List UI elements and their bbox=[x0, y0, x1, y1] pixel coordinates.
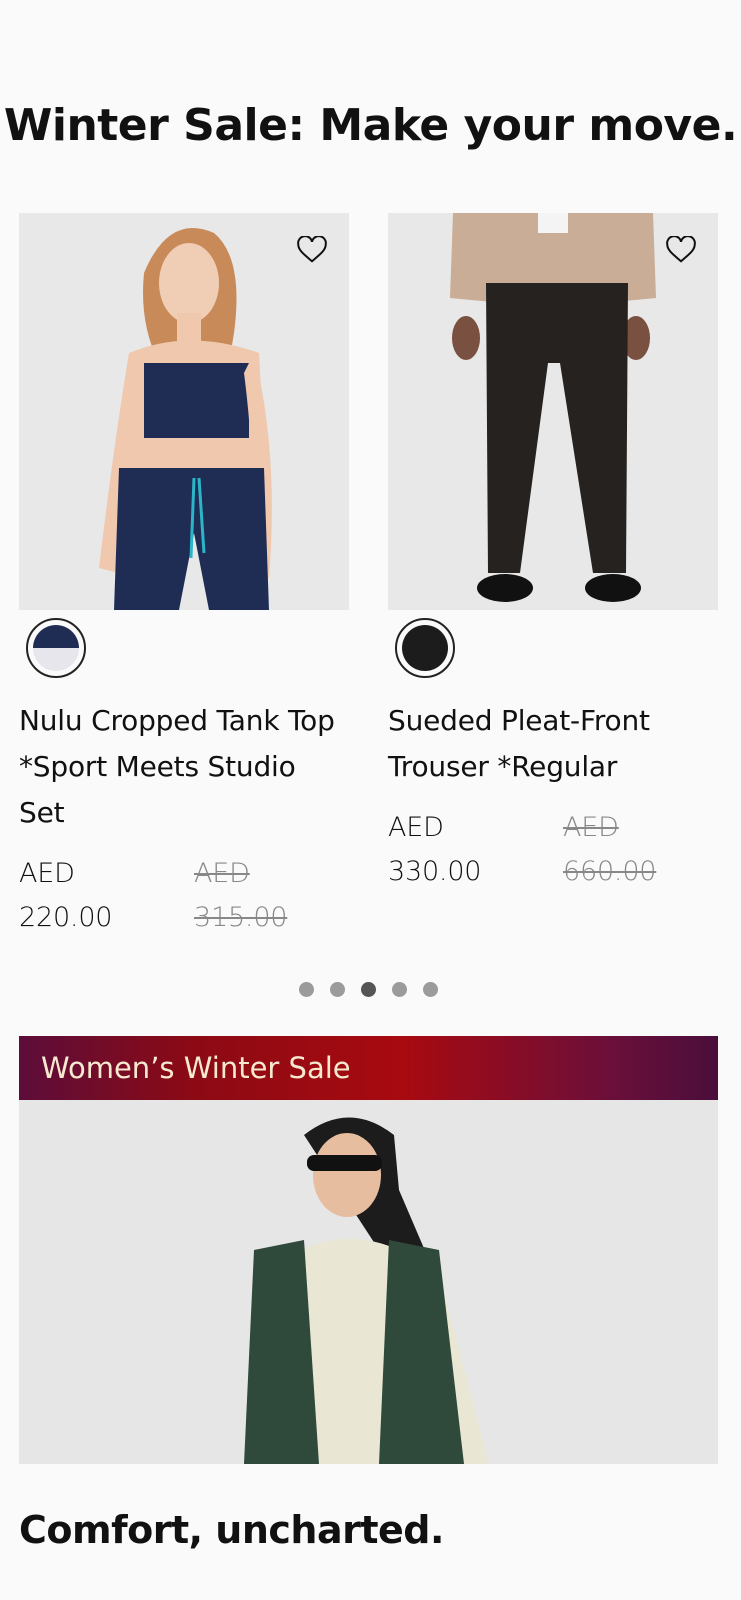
product-image[interactable] bbox=[388, 213, 718, 610]
wishlist-heart-icon[interactable] bbox=[664, 233, 698, 267]
currency: AED bbox=[19, 858, 75, 889]
price-row: AED 220.00 AED 315.00 bbox=[19, 852, 349, 940]
price-row: AED 330.00 AED 660.00 bbox=[388, 806, 718, 894]
currency: AED bbox=[194, 858, 250, 889]
carousel-dot-active[interactable] bbox=[361, 982, 376, 997]
carousel-dot[interactable] bbox=[299, 982, 314, 997]
product-name[interactable]: Nulu Cropped Tank Top *Sport Meets Studi… bbox=[19, 698, 349, 836]
product-card[interactable]: Nulu Cropped Tank Top *Sport Meets Studi… bbox=[19, 213, 349, 940]
product-card[interactable]: Sueded Pleat-Front Trouser *Regular AED … bbox=[388, 213, 718, 894]
price-value: 220.00 bbox=[19, 902, 113, 933]
color-swatch-black[interactable] bbox=[395, 618, 455, 678]
promo-photo-woman bbox=[19, 1100, 718, 1464]
currency: AED bbox=[563, 812, 619, 843]
promo-image[interactable] bbox=[19, 1100, 718, 1464]
page-title: Winter Sale: Make your move. bbox=[3, 100, 738, 151]
price-value: 315.00 bbox=[194, 902, 288, 933]
color-swatch-navy[interactable] bbox=[26, 618, 86, 678]
currency: AED bbox=[388, 812, 444, 843]
section-title: Comfort, uncharted. bbox=[19, 1508, 444, 1552]
price-value: 660.00 bbox=[563, 856, 657, 887]
wishlist-heart-icon[interactable] bbox=[295, 233, 329, 267]
product-photo-woman bbox=[19, 213, 349, 610]
product-image[interactable] bbox=[19, 213, 349, 610]
swatch-fill bbox=[33, 625, 79, 671]
product-name[interactable]: Sueded Pleat-Front Trouser *Regular bbox=[388, 698, 718, 790]
sale-price: AED 220.00 bbox=[19, 852, 194, 940]
original-price: AED 315.00 bbox=[194, 852, 344, 940]
carousel-dot[interactable] bbox=[392, 982, 407, 997]
womens-winter-sale-banner[interactable]: Women’s Winter Sale bbox=[19, 1036, 718, 1100]
carousel-pagination bbox=[299, 982, 438, 997]
carousel-dot[interactable] bbox=[330, 982, 345, 997]
sale-price: AED 330.00 bbox=[388, 806, 563, 894]
swatch-fill bbox=[402, 625, 448, 671]
price-value: 330.00 bbox=[388, 856, 482, 887]
product-photo-man bbox=[388, 213, 718, 610]
original-price: AED 660.00 bbox=[563, 806, 713, 894]
carousel-dot[interactable] bbox=[423, 982, 438, 997]
